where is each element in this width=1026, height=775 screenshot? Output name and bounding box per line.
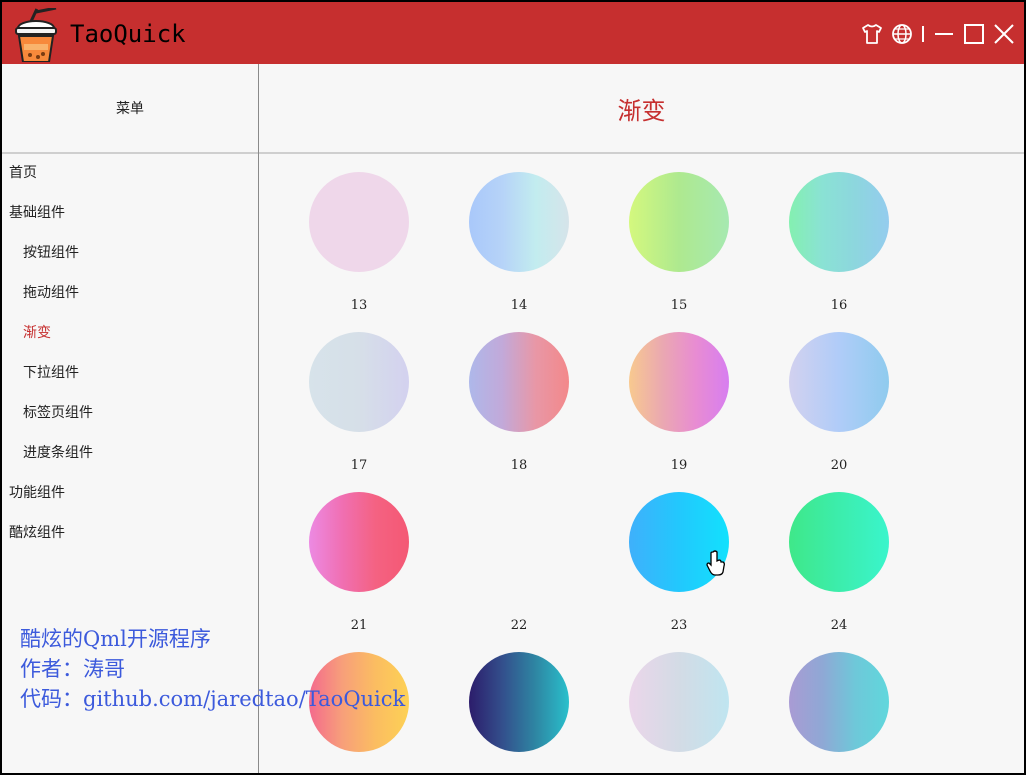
gradient-item: 24: [789, 474, 889, 633]
sidebar-item[interactable]: 进度条组件: [2, 433, 258, 473]
watermark: 酷炫的Qml开源程序 作者：涛哥 代码：github.com/jaredtao/…: [20, 624, 405, 714]
sidebar-item[interactable]: 酷炫组件: [2, 513, 258, 553]
gradient-circle[interactable]: [789, 492, 889, 592]
sidebar-item[interactable]: 基础组件: [2, 193, 258, 233]
menu-header: 菜单: [116, 101, 144, 117]
gradient-circle[interactable]: [629, 652, 729, 752]
app-title: TaoQuick: [70, 20, 186, 48]
gradient-item: 18: [469, 314, 569, 473]
watermark-line-2: 作者：涛哥: [20, 657, 125, 681]
watermark-line-3: 代码：github.com/jaredtao/TaoQuick: [20, 687, 406, 711]
gradient-item: [469, 634, 569, 773]
gradient-label: 19: [670, 458, 688, 473]
gradient-label: 23: [670, 618, 688, 633]
gradient-label: 15: [670, 298, 688, 313]
sidebar-item[interactable]: 按钮组件: [2, 233, 258, 273]
sidebar-item[interactable]: 拖动组件: [2, 273, 258, 313]
gradient-item: 20: [789, 314, 889, 473]
close-icon[interactable]: [992, 22, 1016, 46]
gradient-label: 20: [830, 458, 848, 473]
gradient-label: 22: [510, 618, 528, 633]
watermark-line-1: 酷炫的Qml开源程序: [20, 627, 211, 651]
gradient-circle[interactable]: [789, 172, 889, 272]
gradient-item: 21: [309, 474, 409, 633]
gradient-circle[interactable]: [309, 332, 409, 432]
gradient-item: 15: [629, 154, 729, 313]
page-title: 渐变: [617, 96, 666, 125]
sidebar-item[interactable]: 首页: [2, 153, 258, 193]
gradient-label: 16: [830, 298, 848, 313]
gradient-item: 16: [789, 154, 889, 313]
gradient-circle[interactable]: [309, 172, 409, 272]
sidebar-menu: 首页 基础组件 按钮组件 拖动组件 渐变 下拉组件 标签页组件 进度条组件 功能组件 酷炫组件: [2, 153, 258, 553]
taoquick-logo-icon: [15, 8, 57, 62]
tshirt-icon[interactable]: [860, 22, 884, 46]
gradient-label: 13: [350, 298, 368, 313]
gradient-label: 14: [510, 298, 528, 313]
titlebar-separator: [922, 26, 924, 42]
gradient-circle[interactable]: [469, 332, 569, 432]
gradient-item: 23: [629, 474, 729, 633]
gradient-circle[interactable]: [469, 172, 569, 272]
gradient-item: 19: [629, 314, 729, 473]
gradient-circle[interactable]: [309, 492, 409, 592]
gradient-circle[interactable]: [629, 332, 729, 432]
gradient-circle[interactable]: [629, 172, 729, 272]
gradient-circle[interactable]: [469, 652, 569, 752]
minimize-icon[interactable]: [932, 22, 956, 46]
gradient-circle[interactable]: [789, 652, 889, 752]
sidebar-item[interactable]: 渐变: [2, 313, 258, 353]
app-window: TaoQuick 菜单 渐变 首页 基础组件 按钮组件 拖动组件 渐变 下拉组件 标签页组件…: [2, 2, 1024, 773]
gradient-label: 17: [350, 458, 368, 473]
gradient-item: [789, 634, 889, 773]
gradient-label: 24: [830, 618, 848, 633]
gradient-item: 17: [309, 314, 409, 473]
gradient-circle[interactable]: [629, 492, 729, 592]
gradient-circle[interactable]: [469, 492, 569, 592]
gradient-circle[interactable]: [789, 332, 889, 432]
sidebar-item[interactable]: 下拉组件: [2, 353, 258, 393]
gradient-item: [629, 634, 729, 773]
sidebar-item[interactable]: 功能组件: [2, 473, 258, 513]
gradient-item: 13: [309, 154, 409, 313]
gradient-label: 18: [510, 458, 528, 473]
title-bar[interactable]: TaoQuick: [2, 2, 1024, 64]
globe-icon[interactable]: [890, 22, 914, 46]
maximize-icon[interactable]: [962, 22, 986, 46]
sidebar-item[interactable]: 标签页组件: [2, 393, 258, 433]
hand-cursor-icon: [706, 550, 725, 576]
gradient-item: 22: [469, 474, 569, 633]
gradient-item: 14: [469, 154, 569, 313]
